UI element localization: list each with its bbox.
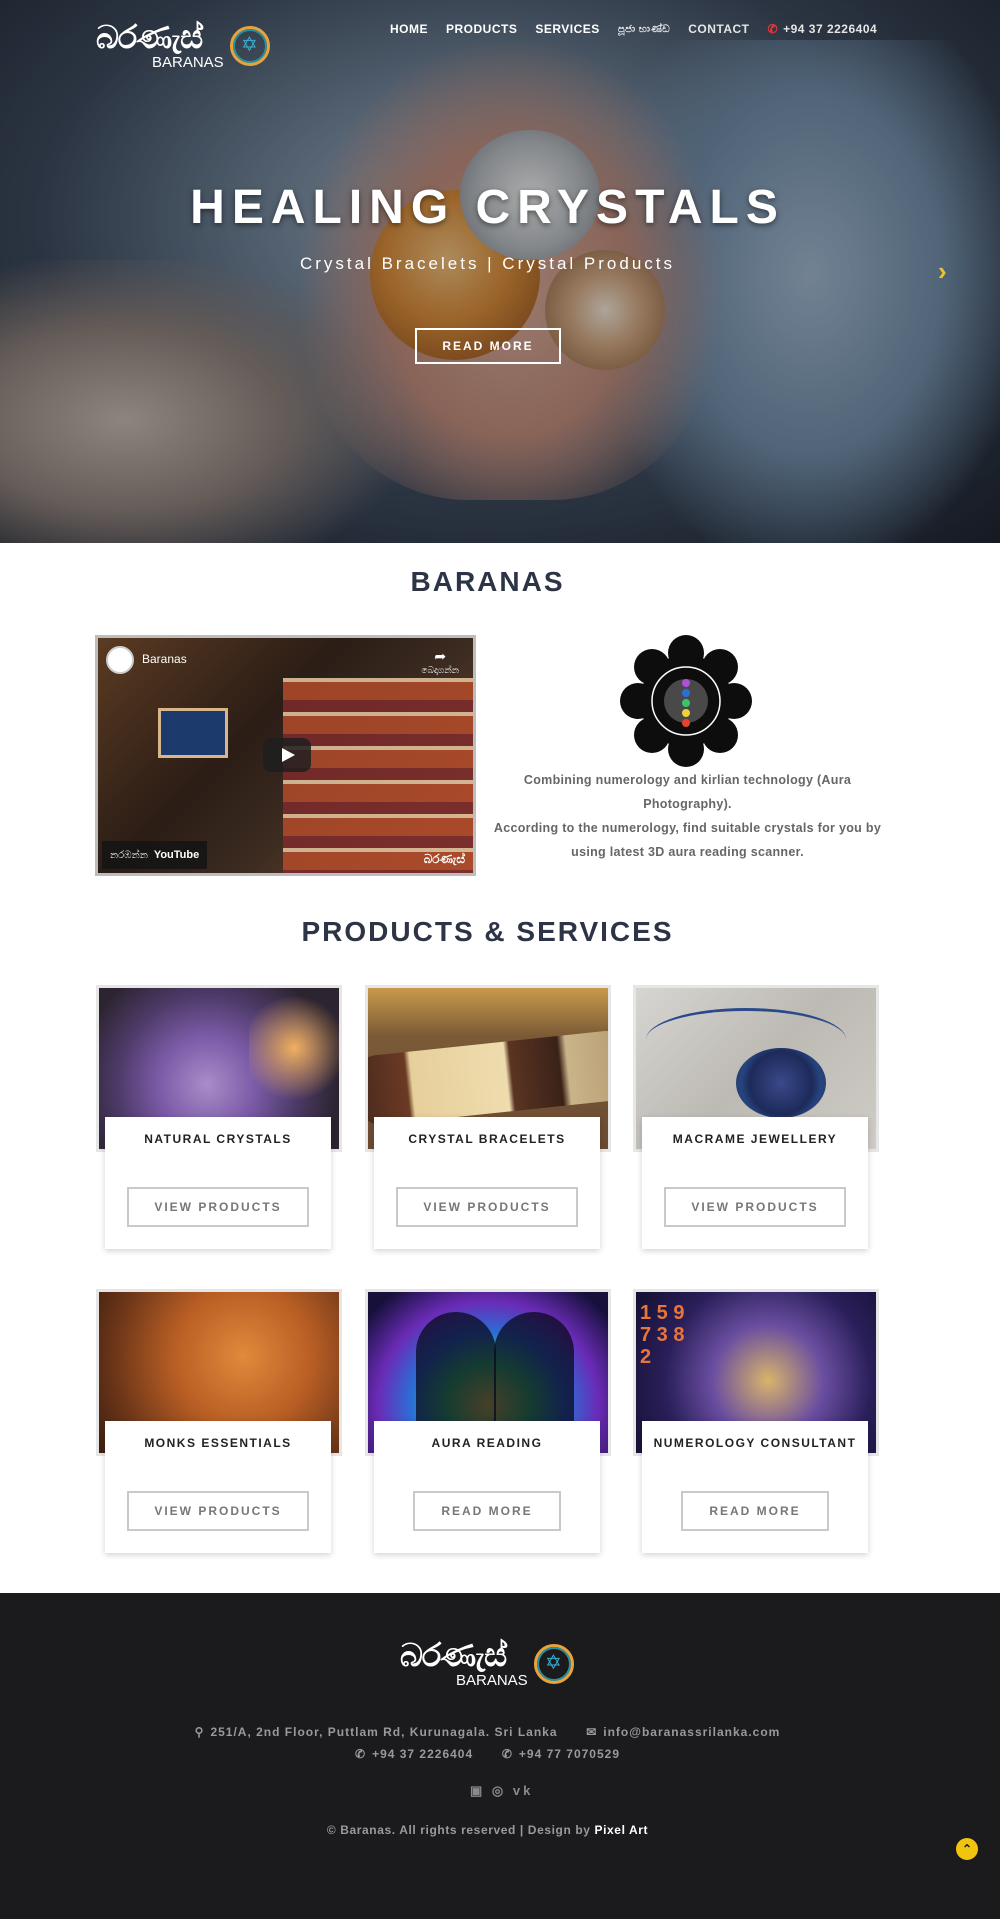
card-title: NATURAL CRYSTALS [144,1132,292,1146]
footer-phone-2[interactable]: +94 77 7070529 [519,1747,620,1761]
play-button-icon[interactable] [263,738,311,772]
card-title: NUMEROLOGY CONSULTANT [653,1436,857,1450]
nav-phone[interactable]: ✆ +94 37 2226404 [768,22,878,36]
video-thumbnail-tv [158,708,228,758]
video-thumbnail-shelves [283,678,473,873]
copyright: © Baranas. All rights reserved | Design … [0,1823,975,1837]
baranas-mandala-logo [620,635,752,767]
footer-phone-row: ✆ +94 37 2226404 ✆ +94 77 7070529 [0,1747,975,1761]
phone-icon: ✆ [355,1747,367,1761]
footer-email[interactable]: info@baranassrilanka.com [603,1725,780,1739]
share-label: බෙදාගන්න [421,665,459,675]
slider-next-arrow-icon[interactable]: › [938,256,947,287]
map-marker-icon: ⚲ [194,1725,205,1739]
footer-logo-emblem-icon [534,1644,574,1684]
footer-contact-row: ⚲ 251/A, 2nd Floor, Puttlam Rd, Kurunagal… [0,1725,975,1739]
hero-title: HEALING CRYSTALS [190,181,785,234]
nav-home[interactable]: HOME [390,22,428,36]
hero-subtitle: Crystal Bracelets | Crystal Products [299,254,676,273]
logo-wordmark: BARANAS [152,54,224,71]
card-title: MONKS ESSENTIALS [144,1436,292,1450]
vk-icon[interactable]: vk [513,1783,533,1798]
video-watermark: බරණැස් [423,852,465,866]
products-title: PRODUCTS & SERVICES [301,916,674,947]
site-logo[interactable]: බරණැස් BARANAS [96,18,274,74]
card-title: CRYSTAL BRACELETS [408,1132,566,1146]
designer-link[interactable]: Pixel Art [595,1823,649,1837]
logo-script: බරණැස් [96,18,203,56]
card-monks-essentials: MONKS ESSENTIALS VIEW PRODUCTS [105,1421,331,1553]
copyright-text: © Baranas. All rights reserved | Design … [326,1823,591,1837]
footer-address: 251/A, 2nd Floor, Puttlam Rd, Kurunagala… [210,1725,558,1739]
about-paragraph-2: According to the numerology, find suitab… [493,821,882,859]
view-products-button[interactable]: VIEW PRODUCTS [127,1491,309,1531]
card-title: MACRAME JEWELLERY [672,1132,838,1146]
view-products-button[interactable]: VIEW PRODUCTS [396,1187,578,1227]
read-more-button[interactable]: READ MORE [413,1491,561,1531]
logo-emblem-icon [230,26,270,66]
card-natural-crystals: NATURAL CRYSTALS VIEW PRODUCTS [105,1117,331,1249]
about-paragraph-1: Combining numerology and kirlian technol… [523,773,852,811]
footer-logo-wordmark: BARANAS [456,1672,528,1689]
nav-products[interactable]: PRODUCTS [446,22,517,36]
youtube-video-embed[interactable]: Baranas ➦ බෙදාගන්න නරඹන්න YouTube බරණැස් [95,635,476,876]
about-description: Combining numerology and kirlian technol… [490,768,885,864]
footer-logo-script: බරණැස් [400,1636,507,1674]
channel-avatar-icon[interactable] [106,646,134,674]
nav-contact[interactable]: CONTACT [688,22,749,36]
watch-on-youtube-button[interactable]: නරඹන්න YouTube [102,841,208,869]
card-aura-reading: AURA READING READ MORE [374,1421,600,1553]
facebook-icon[interactable]: ▣ [470,1783,485,1798]
social-links: ▣ ◎ vk [470,1783,533,1799]
nav-pooja-items[interactable]: පූජා භාණ්ඩ [618,24,670,35]
view-products-button[interactable]: VIEW PRODUCTS [664,1187,846,1227]
hero-read-more-button[interactable]: READ MORE [415,328,561,364]
envelope-icon: ✉ [586,1725,598,1739]
phone-icon: ✆ [767,22,779,36]
watch-on-label: නරඹන්න [110,850,148,861]
footer-phone-1[interactable]: +94 37 2226404 [372,1747,473,1761]
share-button[interactable]: ➦ බෙදාගන්න [421,648,459,676]
footer-logo[interactable]: බරණැස් BARANAS [400,1636,578,1692]
card-macrame-jewellery: MACRAME JEWELLERY VIEW PRODUCTS [642,1117,868,1249]
read-more-button[interactable]: READ MORE [681,1491,829,1531]
video-channel-name[interactable]: Baranas [142,652,187,666]
card-title: AURA READING [431,1436,543,1450]
card-numerology-consultant: NUMEROLOGY CONSULTANT READ MORE [642,1421,868,1553]
instagram-icon[interactable]: ◎ [492,1783,506,1798]
scroll-to-top-button[interactable]: ⌃ [956,1838,978,1860]
about-title: BARANAS [410,566,565,597]
youtube-logo-icon: YouTube [153,849,200,861]
nav-phone-number: +94 37 2226404 [783,22,878,36]
card-crystal-bracelets: CRYSTAL BRACELETS VIEW PRODUCTS [374,1117,600,1249]
nav-services[interactable]: SERVICES [535,22,599,36]
phone-icon: ✆ [501,1747,513,1761]
main-nav: HOME PRODUCTS SERVICES පූජා භාණ්ඩ CONTAC… [390,22,895,36]
view-products-button[interactable]: VIEW PRODUCTS [127,1187,309,1227]
